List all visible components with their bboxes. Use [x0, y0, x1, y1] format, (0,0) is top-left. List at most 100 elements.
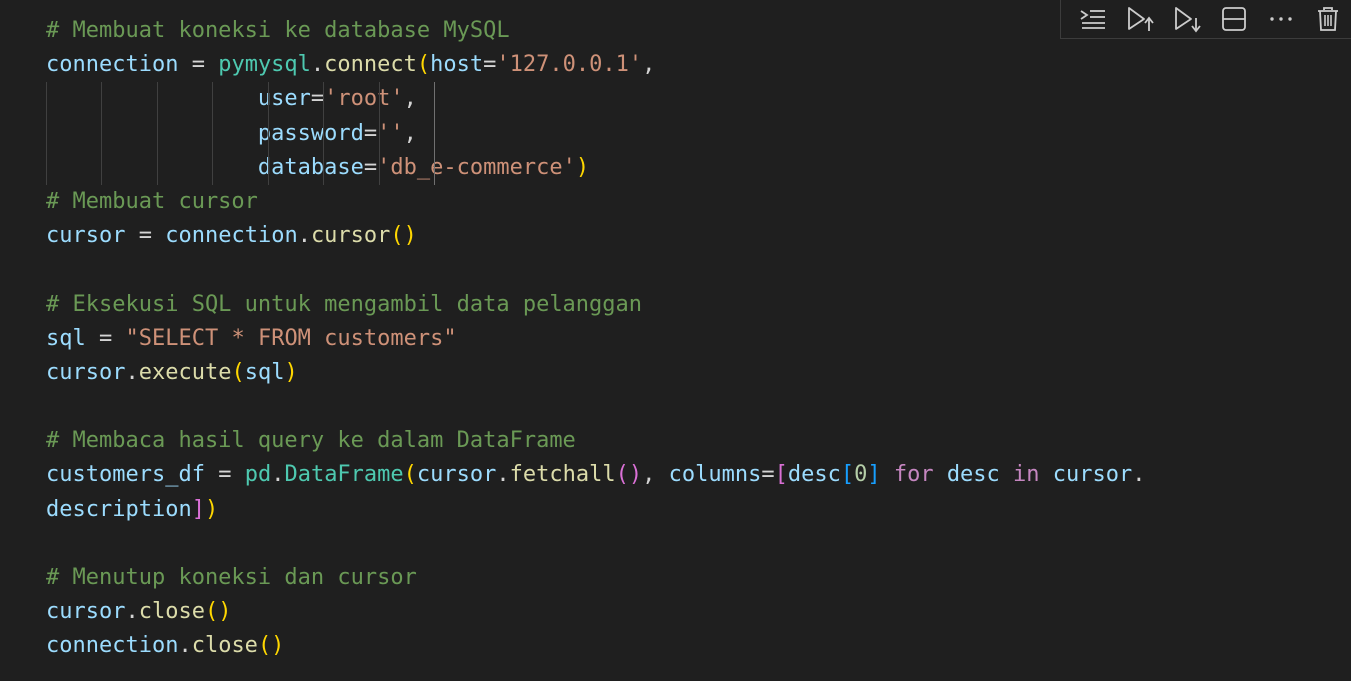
- code-token: ): [284, 359, 298, 385]
- code-token: # Membuat cursor: [46, 188, 258, 214]
- notebook-code-cell[interactable]: # Membuat koneksi ke database MySQL conne…: [0, 0, 1351, 681]
- code-token: # Eksekusi SQL untuk mengambil data pela…: [46, 291, 643, 317]
- code-token: cursor: [416, 462, 497, 488]
- code-token: customers_df: [46, 462, 205, 488]
- code-token: sql: [244, 359, 285, 385]
- indent-guide: [46, 116, 47, 151]
- code-token: close: [191, 633, 258, 659]
- code-token: (: [403, 462, 417, 488]
- code-token: (): [257, 633, 285, 659]
- code-token: ]: [191, 496, 205, 522]
- indent-guide: [101, 82, 102, 117]
- code-token: for: [880, 462, 947, 488]
- code-token: =: [761, 462, 775, 488]
- code-token: '': [377, 120, 404, 146]
- code-token: =: [85, 325, 126, 351]
- indent-guide: [379, 82, 380, 117]
- code-token: (: [231, 359, 245, 385]
- code-token: =: [204, 462, 245, 488]
- code-token: ): [575, 154, 590, 180]
- code-line: # Membuat koneksi ke database MySQL: [46, 14, 1146, 48]
- code-token: '127.0.0.1': [496, 52, 643, 78]
- code-token: desc: [787, 462, 841, 488]
- split-cell-button[interactable]: [1210, 3, 1257, 35]
- split-cell-icon: [1221, 7, 1246, 31]
- code-token: ,: [403, 120, 417, 146]
- indent-guide: [434, 116, 435, 151]
- run-below-button[interactable]: [1163, 3, 1210, 35]
- more-actions-icon: [1269, 17, 1292, 21]
- code-token: fetchall: [509, 462, 616, 488]
- code-token: =: [125, 223, 166, 249]
- code-token: database: [257, 154, 364, 180]
- code-token: .: [125, 599, 139, 625]
- code-token: =: [178, 52, 219, 78]
- code-token: (): [204, 599, 232, 625]
- code-token: # Menutup koneksi dan cursor: [46, 565, 417, 590]
- code-line: user='root',: [46, 82, 1146, 117]
- code-token: .: [310, 52, 325, 78]
- execute-above-cells-button[interactable]: [1069, 3, 1116, 35]
- code-token: ]: [867, 462, 881, 488]
- code-token: "SELECT * FROM customers": [125, 325, 457, 351]
- code-token: execute: [138, 359, 232, 385]
- code-token: ,: [403, 86, 417, 112]
- indent-guide: [379, 116, 380, 151]
- indent-guide: [46, 82, 47, 117]
- code-line: cursor.close(): [46, 595, 1146, 629]
- run-above-button[interactable]: [1116, 3, 1163, 35]
- code-token: 'root': [324, 86, 404, 112]
- code-token: .: [496, 462, 510, 488]
- code-line: cursor = connection.cursor(): [46, 219, 1146, 253]
- delete-cell-icon: [1317, 7, 1338, 31]
- run-below-icon: [1174, 7, 1201, 33]
- code-token: description: [46, 496, 192, 522]
- code-token: sql: [46, 325, 86, 351]
- indent-guide: [268, 150, 269, 185]
- code-token: ): [204, 496, 219, 522]
- indent-guide: [323, 116, 324, 151]
- code-token: close: [138, 599, 205, 625]
- code-token: # Membaca hasil query ke dalam DataFrame: [46, 428, 576, 454]
- code-line: cursor.execute(sql): [46, 356, 1146, 390]
- code-line: sql = "SELECT * FROM customers": [46, 322, 1146, 356]
- more-actions-button[interactable]: [1257, 3, 1304, 35]
- code-token: =: [363, 120, 378, 146]
- indent-guide: [157, 150, 158, 185]
- code-token: columns: [668, 462, 762, 488]
- indent-guide: [268, 82, 269, 117]
- code-token: pd: [244, 462, 272, 488]
- delete-cell-button[interactable]: [1304, 3, 1351, 35]
- code-token: DataFrame: [284, 462, 404, 488]
- code-editor[interactable]: # Membuat koneksi ke database MySQL conne…: [46, 14, 1146, 664]
- indent-guide: [157, 116, 158, 151]
- indent-guide: [101, 150, 102, 185]
- code-token: # Membuat koneksi ke database MySQL: [46, 18, 510, 43]
- code-token: connection: [165, 223, 298, 249]
- code-token: ,: [642, 52, 656, 78]
- code-line: # Eksekusi SQL untuk mengambil data pela…: [46, 288, 1146, 322]
- code-token: .: [1132, 462, 1146, 488]
- code-token: [: [840, 462, 855, 488]
- code-token: ,: [642, 462, 669, 488]
- indent-guide: [46, 150, 47, 185]
- code-token: =: [483, 52, 497, 78]
- code-token: .: [297, 223, 311, 249]
- code-token: desc: [946, 462, 1000, 488]
- code-token: connection: [46, 52, 179, 78]
- indent-guide: [212, 82, 213, 117]
- code-token: cursor: [1052, 462, 1133, 488]
- code-token: (): [615, 462, 643, 488]
- code-token: (): [390, 223, 417, 249]
- code-token: cursor: [46, 359, 126, 385]
- code-line: customers_df = pd.DataFrame(cursor.fetch…: [46, 458, 1146, 492]
- indent-guide: [157, 82, 158, 117]
- code-token: in: [999, 462, 1053, 488]
- code-line: # Membuat cursor: [46, 185, 1146, 219]
- indent-guide: [212, 150, 213, 185]
- run-above-icon: [1127, 7, 1154, 31]
- indent-guide: [434, 150, 435, 185]
